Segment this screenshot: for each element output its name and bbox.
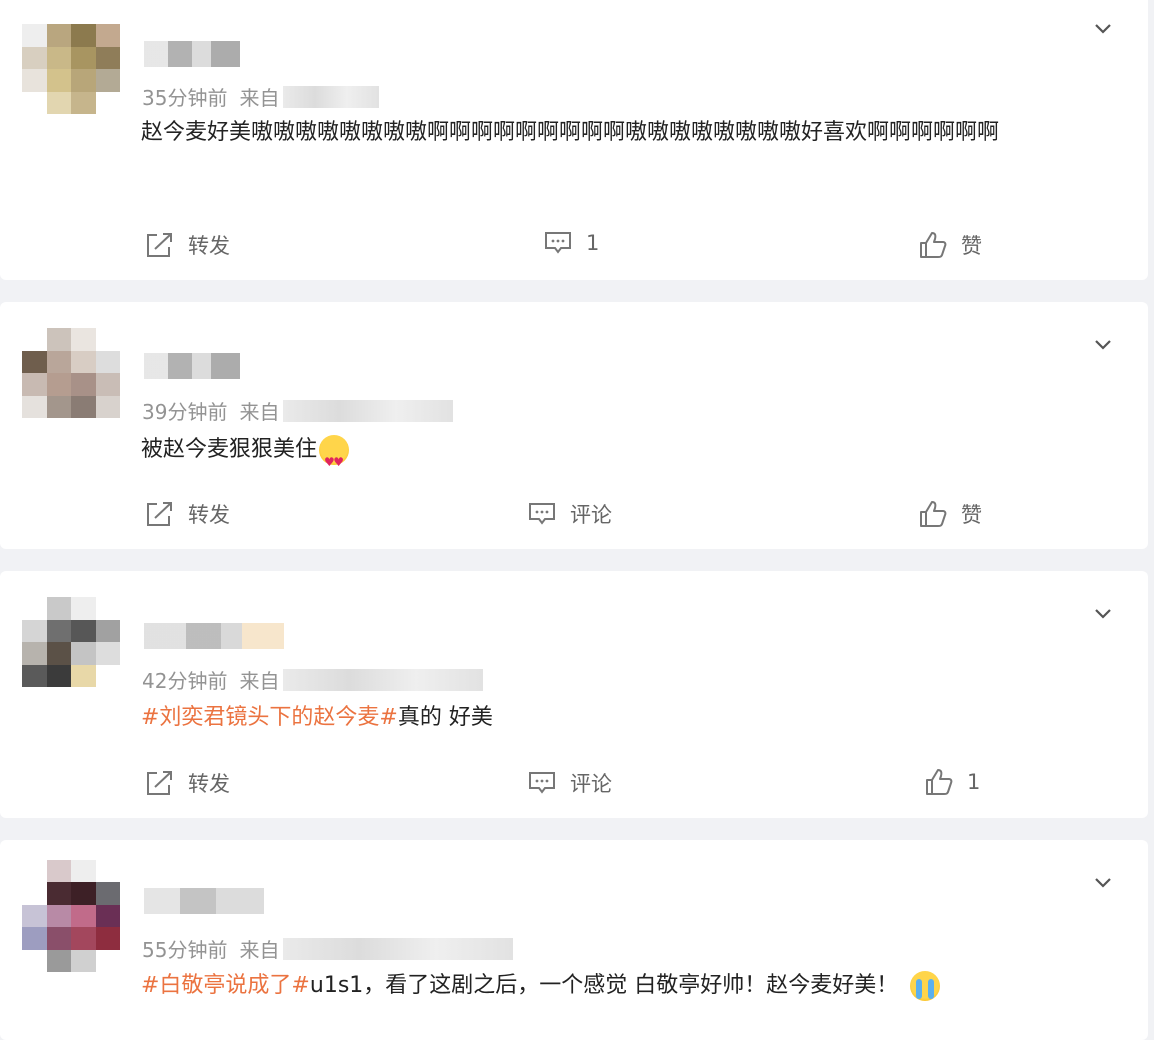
post-card: 42分钟前 来自 #刘奕君镜头下的赵今麦#真的 好美 转发 评论 1 <box>0 571 1148 818</box>
repost-label: 转发 <box>188 503 230 527</box>
comment-button[interactable]: 评论 <box>528 768 612 798</box>
avatar[interactable] <box>22 860 120 972</box>
chevron-down-icon[interactable] <box>1094 336 1112 354</box>
username-blurred[interactable] <box>144 623 284 649</box>
post-content: #白敬亭说成了#u1s1，看了这剧之后，一个感觉 白敬亭好帅！赵今麦好美！ <box>141 963 1111 1009</box>
like-label: 赞 <box>961 503 982 527</box>
heart-eyes-emoji <box>319 435 350 485</box>
thumbs-up-icon <box>926 769 953 795</box>
hashtag-link[interactable]: #刘奕君镜头下的赵今麦# <box>141 705 398 730</box>
post-text: 被赵今麦狠狠美住 <box>141 437 318 462</box>
like-button[interactable]: 赞 <box>919 499 982 529</box>
chevron-down-icon[interactable] <box>1094 605 1112 623</box>
source-label: 来自 <box>239 400 280 424</box>
post-card: 55分钟前 来自 #白敬亭说成了#u1s1，看了这剧之后，一个感觉 白敬亭好帅！… <box>0 840 1148 1040</box>
like-button[interactable]: 1 <box>925 768 980 796</box>
repost-icon <box>147 502 172 526</box>
source-blurred <box>283 668 484 691</box>
post-meta: 42分钟前 来自 <box>142 665 484 694</box>
comment-button[interactable]: 评论 <box>528 499 612 529</box>
post-time: 35分钟前 <box>142 86 228 110</box>
hashtag-link[interactable]: #白敬亭说成了# <box>141 973 310 998</box>
post-content: 赵今麦好美嗷嗷嗷嗷嗷嗷嗷嗷啊啊啊啊啊啊啊啊啊嗷嗷嗷嗷嗷嗷嗷嗷好喜欢啊啊啊啊啊啊 <box>141 120 1000 145</box>
source-label: 来自 <box>239 669 280 693</box>
action-bar: 转发 评论 1 <box>0 768 1148 808</box>
post-time: 42分钟前 <box>142 669 228 693</box>
weibo-comment-feed: 35分钟前 来自 赵今麦好美嗷嗷嗷嗷嗷嗷嗷嗷啊啊啊啊啊啊啊啊啊嗷嗷嗷嗷嗷嗷嗷嗷好… <box>0 0 1154 1040</box>
thumbs-up-icon <box>920 501 947 527</box>
source-blurred <box>283 399 454 422</box>
repost-label: 转发 <box>188 234 230 258</box>
avatar[interactable] <box>22 597 120 687</box>
like-label: 赞 <box>961 234 982 258</box>
comment-button[interactable]: 1 <box>544 230 599 256</box>
source-blurred <box>283 937 514 960</box>
post-card: 35分钟前 来自 赵今麦好美嗷嗷嗷嗷嗷嗷嗷嗷啊啊啊啊啊啊啊啊啊嗷嗷嗷嗷嗷嗷嗷嗷好… <box>0 0 1148 280</box>
comment-icon <box>529 503 555 525</box>
post-meta: 39分钟前 来自 <box>142 396 454 425</box>
chevron-down-icon[interactable] <box>1094 874 1112 892</box>
post-time: 55分钟前 <box>142 938 228 962</box>
comment-icon <box>529 772 555 794</box>
crying-emoji <box>910 971 941 1001</box>
avatar[interactable] <box>22 24 120 114</box>
repost-button[interactable]: 转发 <box>146 499 230 529</box>
like-count: 1 <box>967 770 981 794</box>
post-text: 真的 好美 <box>397 705 493 730</box>
repost-button[interactable]: 转发 <box>146 230 230 260</box>
post-text: u1s1，看了这剧之后，一个感觉 白敬亭好帅！赵今麦好美！ <box>309 973 899 998</box>
post-card: 39分钟前 来自 被赵今麦狠狠美住 转发 评论 赞 <box>0 302 1148 549</box>
action-bar: 转发 评论 赞 <box>0 499 1148 539</box>
source-label: 来自 <box>239 86 280 110</box>
post-content: #刘奕君镜头下的赵今麦#真的 好美 <box>141 695 1111 741</box>
repost-icon <box>147 771 172 795</box>
repost-icon <box>147 233 172 257</box>
comment-count: 1 <box>586 231 600 255</box>
comment-label: 评论 <box>570 772 612 796</box>
comment-label: 评论 <box>570 503 612 527</box>
like-button[interactable]: 赞 <box>919 230 982 260</box>
post-meta: 35分钟前 来自 <box>142 82 380 111</box>
source-label: 来自 <box>239 938 280 962</box>
post-meta: 55分钟前 来自 <box>142 934 514 963</box>
username-blurred[interactable] <box>144 888 264 914</box>
action-bar: 转发 1 赞 <box>0 230 1148 270</box>
chevron-down-icon[interactable] <box>1094 20 1112 38</box>
comment-icon <box>545 232 571 254</box>
post-content: 被赵今麦狠狠美住 <box>141 427 1111 485</box>
repost-button[interactable]: 转发 <box>146 768 230 798</box>
repost-label: 转发 <box>188 772 230 796</box>
source-blurred <box>283 85 380 108</box>
username-blurred[interactable] <box>144 41 240 67</box>
avatar[interactable] <box>22 328 120 418</box>
username-blurred[interactable] <box>144 353 240 379</box>
post-time: 39分钟前 <box>142 400 228 424</box>
thumbs-up-icon <box>920 232 947 258</box>
